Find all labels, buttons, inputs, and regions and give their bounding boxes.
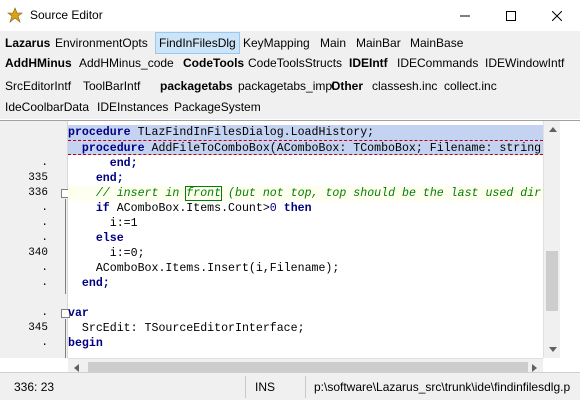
gutter-line: 336 <box>28 187 48 199</box>
tab-environmentopts[interactable]: EnvironmentOpts <box>55 32 148 54</box>
tab-lazarus[interactable]: Lazarus <box>5 32 50 54</box>
gutter-line: . <box>41 202 48 214</box>
scroll-up-icon[interactable] <box>544 121 561 138</box>
maximize-button[interactable] <box>488 0 534 31</box>
code-line: end; <box>95 172 124 185</box>
tab-ideintf[interactable]: IDEIntf <box>349 52 388 74</box>
tab-other[interactable]: Other <box>331 75 363 97</box>
code-area[interactable]: procedure TLazFindInFilesDialog.LoadHist… <box>68 121 543 358</box>
gutter-line: . <box>41 157 48 169</box>
vertical-scroll-thumb[interactable] <box>546 251 558 311</box>
lazarus-app-icon <box>7 7 23 23</box>
source-editor[interactable]: . 335 336 . . . 340 . . . 345 . procedur… <box>0 120 580 375</box>
tab-idewindowintf[interactable]: IDEWindowIntf <box>485 52 564 74</box>
close-icon <box>552 10 562 21</box>
tab-mainbase[interactable]: MainBase <box>410 32 463 54</box>
file-path: p:\software\Lazarus_src\trunk\ide\findin… <box>314 380 571 394</box>
scroll-down-icon[interactable] <box>544 341 561 358</box>
code-line: if AComboBox.Items.Count>0 then <box>95 202 312 215</box>
tab-addhminus[interactable]: AddHMinus <box>5 52 72 74</box>
insert-mode: INS <box>255 380 276 394</box>
title-bar: Source Editor <box>0 0 580 31</box>
tab-mainbar[interactable]: MainBar <box>356 32 401 54</box>
gutter-line: 340 <box>28 247 48 259</box>
tab-packagesystem[interactable]: PackageSystem <box>174 96 261 118</box>
gutter-line <box>0 125 60 140</box>
gutter-line: . <box>41 277 48 289</box>
editor-tabs: Lazarus EnvironmentOpts FindInFilesDlg K… <box>0 31 580 119</box>
gutter-line: . <box>41 337 48 349</box>
code-line: AComboBox.Items.Insert(i,Filename); <box>95 262 340 275</box>
tab-classesh-inc[interactable]: classesh.inc <box>372 75 437 97</box>
vertical-scrollbar[interactable] <box>543 121 560 358</box>
tab-idecoolbardata[interactable]: IdeCoolbarData <box>5 96 89 118</box>
code-line: var <box>68 307 89 320</box>
tab-findinfilesdlg[interactable]: FindInFilesDlg <box>155 32 240 54</box>
code-line: begin <box>68 337 103 350</box>
tab-ideinstances[interactable]: IDEInstances <box>97 96 168 118</box>
tab-codetoolsstructs[interactable]: CodeToolsStructs <box>248 52 342 74</box>
maximize-icon <box>506 10 516 21</box>
tab-codetools[interactable]: CodeTools <box>183 52 244 74</box>
gutter-line: 335 <box>28 172 48 184</box>
window-title: Source Editor <box>30 8 103 22</box>
gutter-line: 345 <box>28 322 48 334</box>
tab-toolbarintf[interactable]: ToolBarIntf <box>83 75 140 97</box>
tab-srceditorintf[interactable]: SrcEditorIntf <box>5 75 71 97</box>
tab-keymapping[interactable]: KeyMapping <box>243 32 310 54</box>
tab-idecommands[interactable]: IDECommands <box>397 52 478 74</box>
code-line-current: // insert in front (but not top, top sho… <box>68 186 543 201</box>
gutter-line <box>0 291 60 306</box>
tab-row-3: SrcEditorIntf ToolBarIntf packagetabs pa… <box>0 75 580 97</box>
status-divider <box>305 376 306 398</box>
editor-gutter[interactable]: . 335 336 . . . 340 . . . 345 . <box>0 121 70 358</box>
code-line: i:=1 <box>109 217 138 230</box>
tab-packagetabs[interactable]: packagetabs <box>160 75 233 97</box>
tab-row-2: AddHMinus AddHMinus_code CodeTools CodeT… <box>0 52 580 74</box>
minimize-icon <box>460 15 470 16</box>
gutter-line <box>0 141 60 156</box>
fold-guide <box>65 319 66 358</box>
code-line: procedure TLazFindInFilesDialog.LoadHist… <box>68 125 543 140</box>
close-button[interactable] <box>534 0 580 31</box>
code-line: i:=0; <box>109 247 145 260</box>
gutter-line: . <box>41 217 48 229</box>
tab-row-4: IdeCoolbarData IDEInstances PackageSyste… <box>0 96 580 118</box>
code-line: procedure AddFileToComboBox(AComboBox: T… <box>68 140 543 155</box>
gutter-line: . <box>41 262 48 274</box>
tab-addhminus-code[interactable]: AddHMinus_code <box>79 52 174 74</box>
code-line: SrcEdit: TSourceEditorInterface; <box>81 322 305 335</box>
cursor-position: 336: 23 <box>14 380 55 394</box>
fold-guide <box>65 199 66 294</box>
code-line: end; <box>109 157 138 170</box>
minimize-button[interactable] <box>442 0 488 31</box>
code-line: end; <box>81 277 110 290</box>
status-divider <box>245 376 246 398</box>
tab-collect-inc[interactable]: collect.inc <box>444 75 497 97</box>
status-bar: 336: 23 INS p:\software\Lazarus_src\trun… <box>0 372 580 400</box>
tab-packagetabs-impl[interactable]: packagetabs_impl <box>238 75 335 97</box>
gutter-line: . <box>41 307 48 319</box>
code-line: else <box>95 232 124 245</box>
tab-row-1: Lazarus EnvironmentOpts FindInFilesDlg K… <box>0 32 580 54</box>
tab-main[interactable]: Main <box>320 32 346 54</box>
gutter-line: . <box>41 232 48 244</box>
